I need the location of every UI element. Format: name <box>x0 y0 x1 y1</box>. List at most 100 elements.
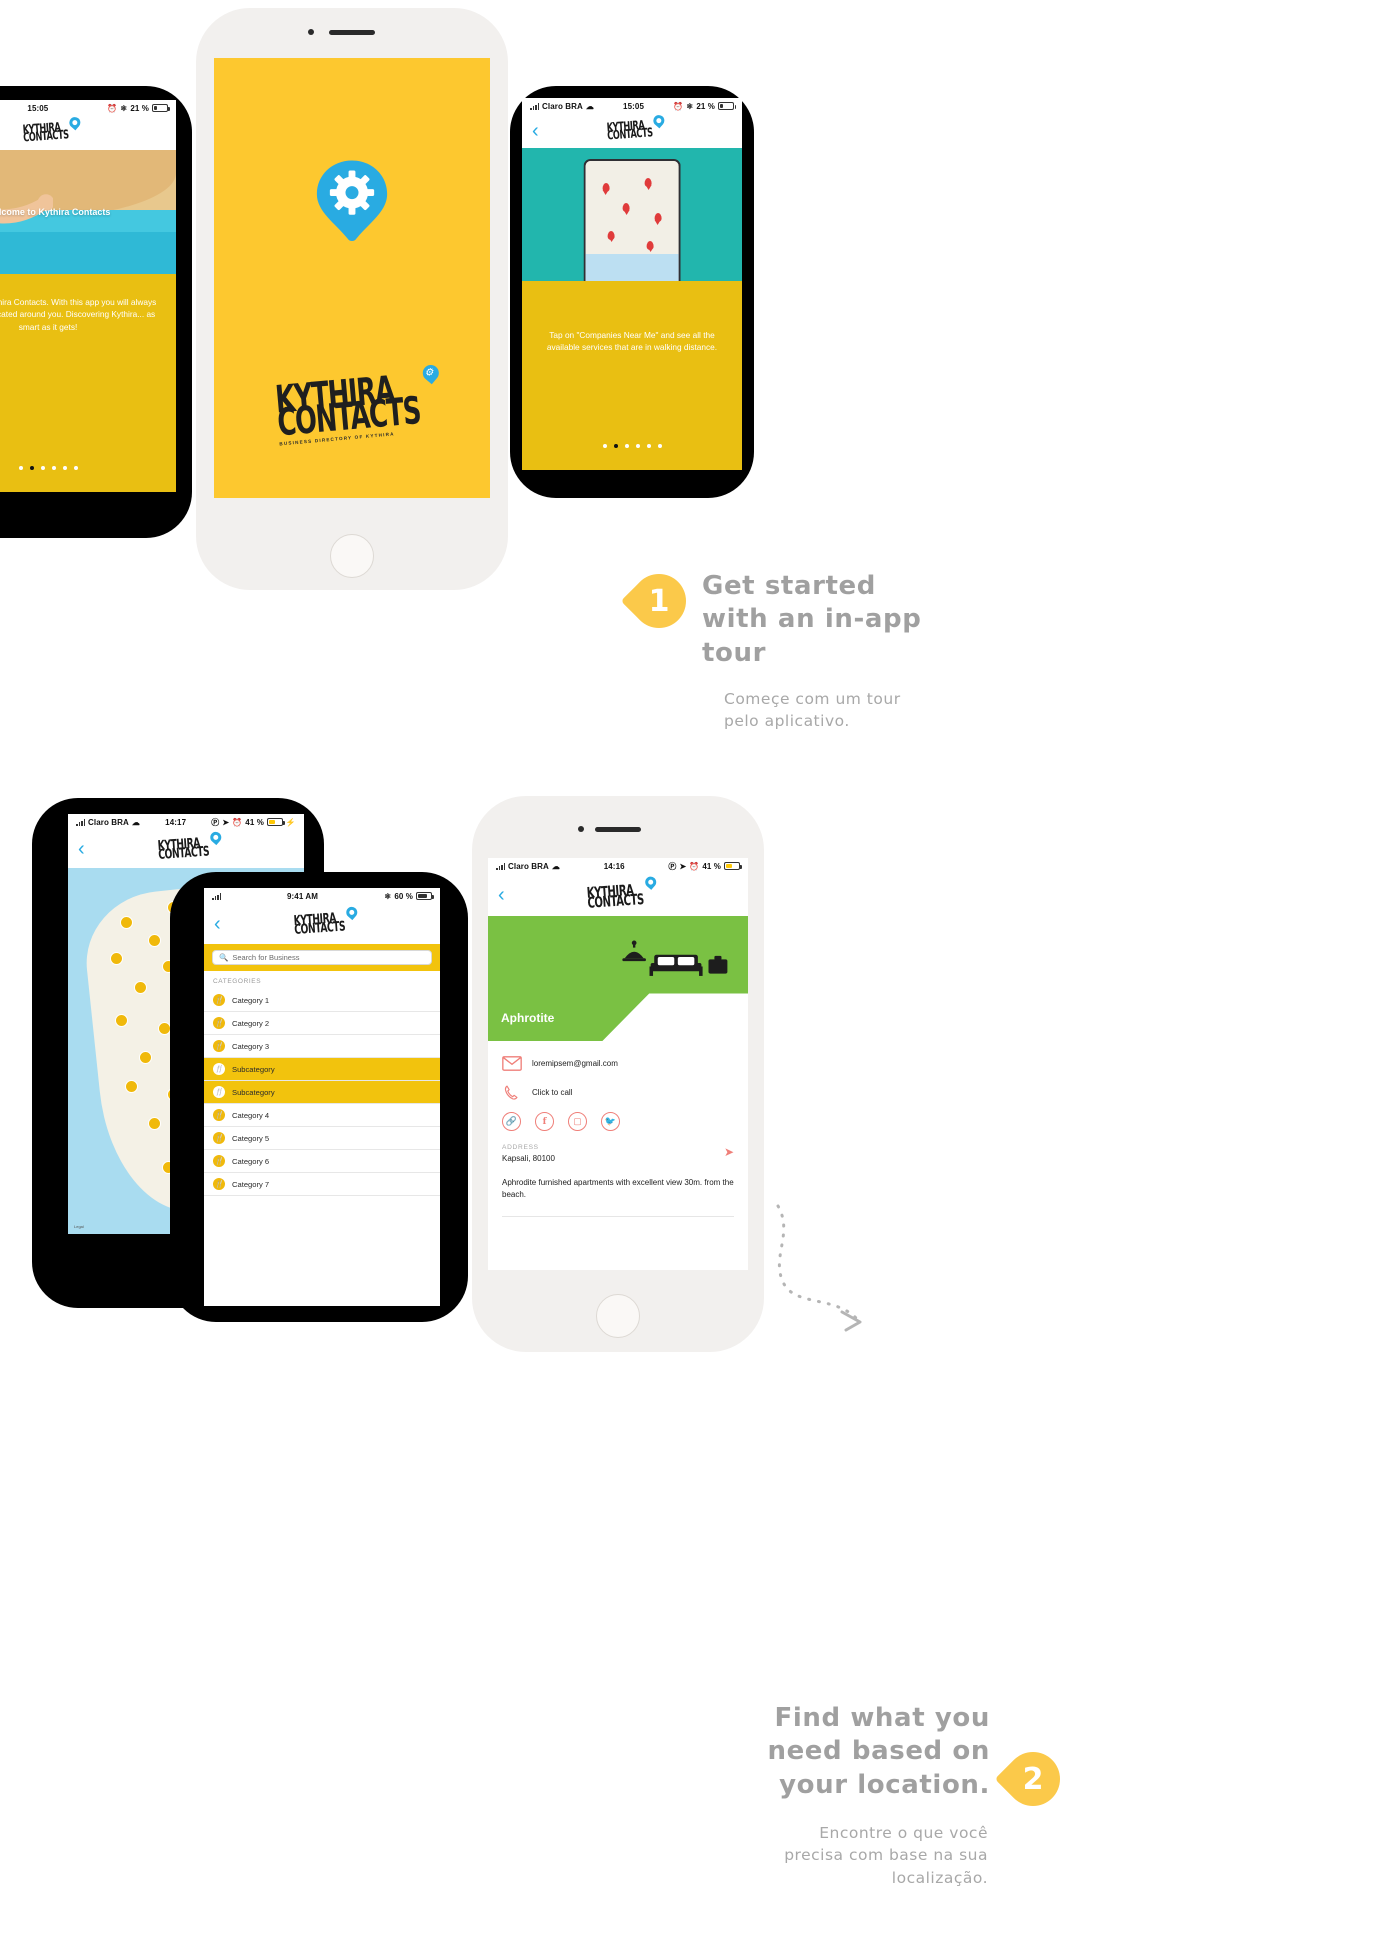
pager-dot[interactable] <box>657 444 662 448</box>
divider <box>502 1216 734 1218</box>
pager-dot[interactable] <box>62 466 67 470</box>
call-label: Click to call <box>532 1088 573 1097</box>
back-button[interactable]: ‹ <box>498 885 505 905</box>
nearme-copy: Tap on "Companies Near Me" and see all t… <box>546 330 718 353</box>
map-poi[interactable] <box>157 1021 171 1035</box>
status-bar: Claro BRA ☁ 14:17 Ⓟ ➤ ⏰ 41 % ⚡ <box>68 814 304 830</box>
search-placeholder: Search for Business <box>232 953 300 962</box>
pager-dot[interactable] <box>602 444 607 448</box>
home-button[interactable] <box>596 1294 640 1338</box>
charging-icon: ⚡ <box>285 817 296 827</box>
pager-dot[interactable] <box>624 444 629 448</box>
map-pin-icon <box>643 874 660 891</box>
list-item-label: Category 1 <box>232 995 270 1005</box>
directions-icon[interactable]: ➤ <box>724 1145 734 1159</box>
list-item-selected[interactable]: 🍴 Subcategory <box>204 1058 440 1081</box>
pager-dot[interactable] <box>18 466 23 470</box>
list-item[interactable]: 🍴 Category 3 <box>204 1035 440 1058</box>
front-camera-icon <box>308 29 314 35</box>
battery-percent: 41 % <box>245 817 264 827</box>
email-value: loremipsem@gmail.com <box>532 1059 618 1068</box>
social-links[interactable]: 🔗 f ▢ 🐦 <box>488 1101 748 1131</box>
list-item-selected[interactable]: 🍴 Subcategory <box>204 1081 440 1104</box>
pager-dot[interactable] <box>40 466 45 470</box>
battery-percent: 41 % <box>702 861 721 871</box>
brand-line-2: CONTACTS <box>587 890 645 912</box>
map-poi[interactable] <box>138 1051 152 1064</box>
category-icon: 🍴 <box>213 1063 225 1075</box>
list-item-label: Category 7 <box>232 1179 270 1189</box>
home-button[interactable] <box>330 534 374 578</box>
pager-dot[interactable] <box>73 466 78 470</box>
step-2-badge: 2 <box>994 1740 1072 1818</box>
pager-dot[interactable] <box>635 444 640 448</box>
email-icon <box>502 1056 522 1071</box>
list-item[interactable]: 🍴 Category 6 <box>204 1150 440 1173</box>
mini-map-pin <box>607 231 615 240</box>
screen-splash: KYTHIRA CONTACTS BUSINESS DIRECTORY OF K… <box>214 58 490 498</box>
alarm-icon: ⏰ <box>673 101 684 111</box>
gear-pin-icon <box>419 362 442 385</box>
clock-label: 15:05 <box>27 103 49 113</box>
nav-bar: ‹ KYTHIRA CONTACTS <box>522 112 742 148</box>
bluetooth-icon: ⚛ <box>120 103 128 113</box>
pager-dots[interactable] <box>522 444 742 448</box>
back-button[interactable]: ‹ <box>214 914 221 934</box>
back-button[interactable]: ‹ <box>532 121 539 141</box>
wifi-icon: ☁ <box>551 861 561 871</box>
category-icon: 🍴 <box>213 1040 225 1052</box>
back-button[interactable]: ‹ <box>78 839 85 859</box>
pager-dot-active[interactable] <box>29 466 34 470</box>
phone-nearme: Claro BRA ☁ 15:05 ⏰ ⚛ 21 % ‹ KYTHIRA CON… <box>510 86 754 498</box>
business-hero: Aphrotite <box>488 916 748 1041</box>
phone-business: Claro BRA ☁ 14:16 Ⓟ ➤ ⏰ 41 % ‹ KYTHIRA C… <box>472 796 764 1352</box>
category-icon: 🍴 <box>213 1109 225 1121</box>
call-row[interactable]: Click to call <box>488 1072 748 1101</box>
battery-icon <box>718 102 736 110</box>
list-item[interactable]: 🍴 Category 2 <box>204 1012 440 1035</box>
list-item-label: Category 4 <box>232 1110 270 1120</box>
lock-icon: Ⓟ <box>668 861 677 871</box>
step-2-number: 2 <box>1022 1761 1044 1797</box>
list-item[interactable]: 🍴 Category 4 <box>204 1104 440 1127</box>
mini-map-pin <box>646 241 654 251</box>
onboarding-pane: Welcome to Kythira Contacts. With this a… <box>0 274 176 492</box>
flow-arrow <box>776 1204 862 1332</box>
pager-dot-active[interactable] <box>613 444 618 448</box>
nav-bar: ‹ KYTHIRA CONTACTS <box>488 874 748 916</box>
battery-icon <box>266 818 285 826</box>
bluetooth-icon: ⚛ <box>384 891 392 901</box>
instagram-icon[interactable]: ▢ <box>568 1112 587 1131</box>
list-item-label: Category 2 <box>232 1018 270 1028</box>
brand-line-2: CONTACTS <box>607 126 654 144</box>
bluetooth-icon: ⚛ <box>686 101 694 111</box>
clock-label: 14:17 <box>165 817 187 827</box>
category-icon: 🍴 <box>213 1086 225 1098</box>
alarm-icon: ⏰ <box>232 817 243 827</box>
phone-categories: 9:41 AM ⚛ 60 % ‹ KYTHIRA CONTACTS 🔍 Sear… <box>170 872 468 1322</box>
list-item[interactable]: 🍴 Category 7 <box>204 1173 440 1196</box>
screen-nearme: Claro BRA ☁ 15:05 ⏰ ⚛ 21 % ‹ KYTHIRA CON… <box>522 98 742 470</box>
welcome-illustration: Welcome to Kythira Contacts <box>0 150 176 274</box>
map-poi[interactable] <box>124 1080 138 1094</box>
step-2-callout: Find what you need based on your locatio… <box>700 1702 1072 1889</box>
facebook-icon[interactable]: f <box>535 1112 554 1131</box>
pager-dots[interactable] <box>0 466 176 470</box>
twitter-icon[interactable]: 🐦 <box>601 1112 620 1131</box>
pager-dot[interactable] <box>646 444 651 448</box>
signal-icon <box>212 893 221 900</box>
categories-section-label: CATEGORIES <box>204 971 440 989</box>
map-attribution: Legal <box>74 1224 84 1229</box>
list-item[interactable]: 🍴 Category 1 <box>204 989 440 1012</box>
step-1-number: 1 <box>648 583 670 619</box>
link-icon[interactable]: 🔗 <box>502 1112 521 1131</box>
lock-icon: Ⓟ <box>211 817 220 827</box>
map-poi[interactable] <box>119 915 133 929</box>
search-input[interactable]: 🔍 Search for Business <box>212 950 432 965</box>
email-row[interactable]: loremipsem@gmail.com <box>488 1041 748 1072</box>
app-icon-pin <box>316 160 388 242</box>
battery-percent: 60 % <box>394 891 413 901</box>
pager-dot[interactable] <box>51 466 56 470</box>
list-item[interactable]: 🍴 Category 5 <box>204 1127 440 1150</box>
clock-label: 9:41 AM <box>286 891 319 901</box>
